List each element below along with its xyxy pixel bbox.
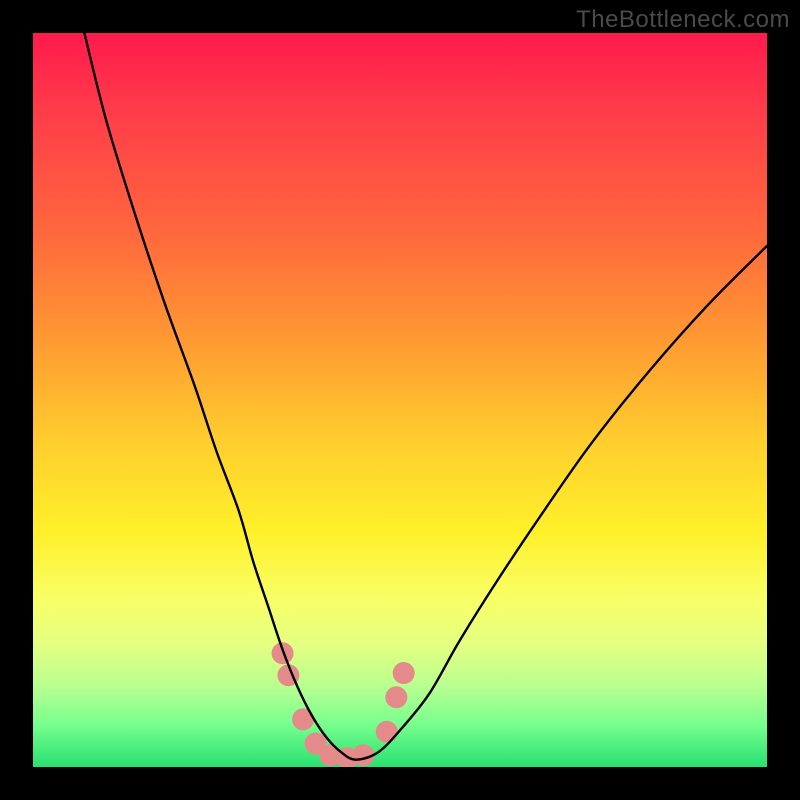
marker-beads [272, 642, 415, 767]
curve-layer [33, 33, 767, 767]
marker-bead [393, 662, 415, 684]
chart-frame: TheBottleneck.com [0, 0, 800, 800]
watermark-text: TheBottleneck.com [576, 6, 790, 34]
marker-bead [272, 642, 294, 664]
bottleneck-curve [84, 33, 767, 760]
gradient-plot-area [33, 33, 767, 767]
marker-bead [385, 686, 407, 708]
marker-bead [376, 721, 398, 743]
